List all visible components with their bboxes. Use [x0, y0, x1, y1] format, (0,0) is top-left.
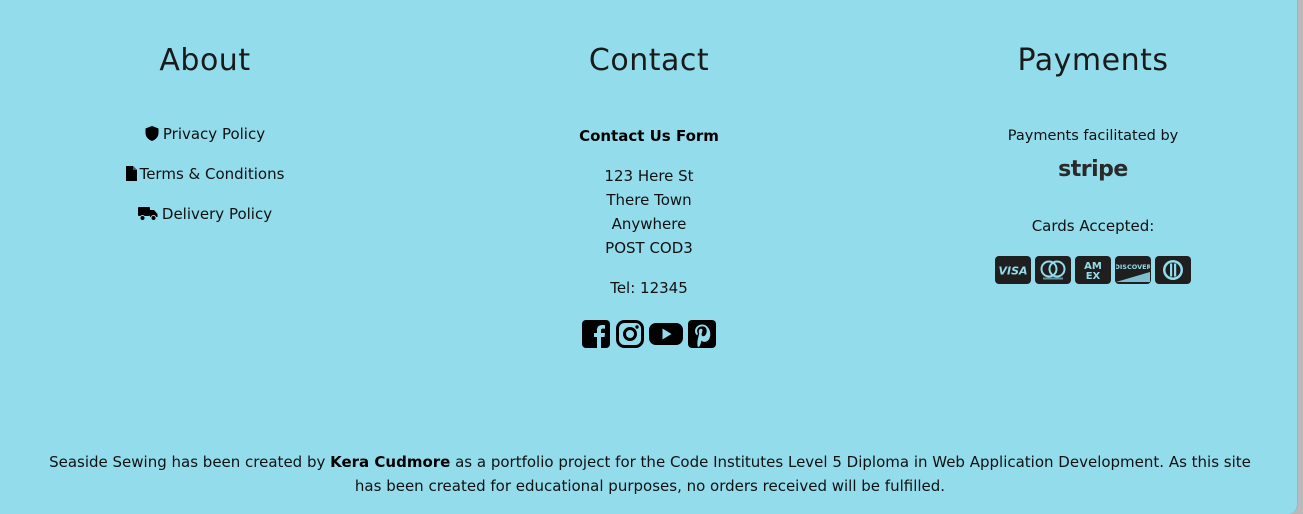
address-line-2: There Town — [606, 191, 692, 209]
file-icon — [125, 166, 137, 186]
footer-note-after: as a portfolio project for the Code Inst… — [354, 453, 1251, 495]
svg-text:EX: EX — [1086, 271, 1101, 282]
delivery-policy-label: Delivery Policy — [161, 205, 273, 223]
author-link[interactable]: Kera Cudmore — [330, 453, 450, 471]
about-heading: About — [159, 43, 251, 78]
footer-note-before: Seaside Sewing has been created by — [49, 453, 331, 471]
instagram-icon[interactable] — [615, 319, 645, 349]
contact-form-row: Contact Us Form — [449, 124, 849, 148]
facebook-icon[interactable] — [581, 319, 611, 349]
delivery-policy-link[interactable]: Delivery Policy — [137, 205, 273, 226]
svg-text:DISCOVER: DISCOVER — [1116, 263, 1150, 271]
privacy-policy-row: Privacy Policy — [5, 124, 405, 146]
address-line-3: Anywhere — [611, 215, 687, 233]
visa-icon: VISA — [995, 256, 1031, 284]
terms-row: Terms & Conditions — [5, 164, 405, 186]
pinterest-icon[interactable] — [687, 319, 717, 349]
discover-icon: DISCOVER — [1115, 256, 1151, 284]
shield-icon — [145, 126, 159, 146]
terms-conditions-link[interactable]: Terms & Conditions — [125, 165, 285, 186]
contact-heading: Contact — [588, 43, 710, 78]
privacy-policy-link[interactable]: Privacy Policy — [145, 125, 265, 143]
truck-icon — [137, 206, 158, 226]
site-footer: About Privacy Policy Terms & Conditions … — [0, 0, 1298, 514]
social-links — [449, 319, 849, 349]
svg-text:VISA: VISA — [998, 265, 1027, 278]
payments-heading: Payments — [1017, 43, 1169, 78]
delivery-row: Delivery Policy — [5, 204, 405, 226]
address-postcode: POST COD3 — [605, 239, 693, 257]
diners-club-icon — [1155, 256, 1191, 284]
accepted-cards: VISA AM EX DISCOVER — [893, 256, 1293, 284]
cards-accepted-label: Cards Accepted: — [1031, 217, 1155, 235]
youtube-icon[interactable] — [649, 319, 683, 349]
telephone: Tel: 12345 — [610, 279, 688, 297]
mastercard-icon — [1035, 256, 1071, 284]
terms-conditions-label: Terms & Conditions — [139, 165, 285, 183]
address-line-1: 123 Here St — [604, 167, 694, 185]
stripe-logo: stripe — [1058, 157, 1128, 182]
privacy-policy-label: Privacy Policy — [162, 125, 266, 143]
amex-icon: AM EX — [1075, 256, 1111, 284]
contact-us-form-link[interactable]: Contact Us Form — [579, 127, 719, 145]
payments-facilitated-text: Payments facilitated by — [1007, 128, 1179, 144]
footer-note: Seaside Sewing has been created by Kera … — [40, 450, 1260, 498]
